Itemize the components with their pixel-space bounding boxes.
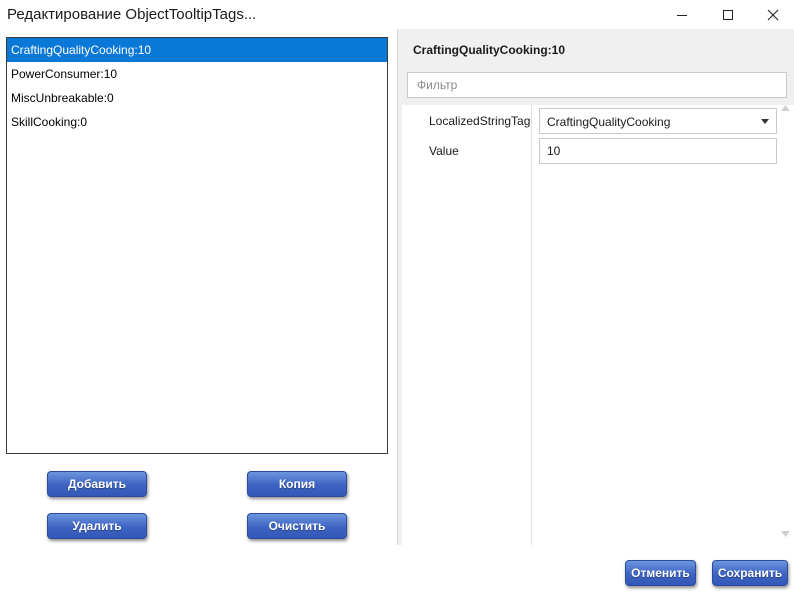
- scroll-down-icon[interactable]: [781, 531, 790, 537]
- property-grid-title: CraftingQualityCooking:10: [413, 43, 566, 57]
- list-item[interactable]: MiscUnbreakable:0: [7, 86, 387, 110]
- property-grid: CraftingQualityCooking:10 LocalizedStrin…: [397, 29, 794, 545]
- minimize-icon: [677, 15, 687, 16]
- tags-listbox[interactable]: CraftingQualityCooking:10 PowerConsumer:…: [6, 37, 388, 454]
- scroll-up-icon[interactable]: [781, 105, 790, 111]
- close-button[interactable]: [750, 0, 794, 30]
- delete-button[interactable]: Удалить: [47, 513, 147, 539]
- maximize-icon: [723, 10, 733, 20]
- localizedstringtag-combobox[interactable]: CraftingQualityCooking: [539, 108, 777, 134]
- property-name-localizedstringtag: LocalizedStringTag: [429, 114, 531, 128]
- list-item[interactable]: PowerConsumer:10: [7, 62, 387, 86]
- maximize-button[interactable]: [705, 0, 751, 30]
- save-button[interactable]: Сохранить: [712, 560, 788, 586]
- title-bar: Редактирование ObjectTooltipTags...: [0, 0, 794, 30]
- combobox-value: CraftingQualityCooking: [547, 115, 671, 129]
- property-grid-gutter: [398, 105, 402, 545]
- property-grid-splitter[interactable]: [531, 105, 532, 545]
- clear-button[interactable]: Очистить: [247, 513, 347, 539]
- property-grid-header: CraftingQualityCooking:10: [398, 29, 794, 105]
- list-item[interactable]: CraftingQualityCooking:10: [7, 38, 387, 62]
- dropdown-arrow-icon: [761, 119, 769, 124]
- property-name-value: Value: [429, 144, 459, 158]
- copy-button[interactable]: Копия: [247, 471, 347, 497]
- filter-input[interactable]: [407, 72, 787, 98]
- window-title: Редактирование ObjectTooltipTags...: [7, 6, 257, 23]
- close-icon: [767, 9, 779, 21]
- add-button[interactable]: Добавить: [47, 471, 147, 497]
- list-item[interactable]: SkillCooking:0: [7, 110, 387, 134]
- value-input[interactable]: [539, 138, 777, 164]
- cancel-button[interactable]: Отменить: [625, 560, 696, 586]
- minimize-button[interactable]: [659, 0, 705, 30]
- property-grid-body: LocalizedStringTag CraftingQualityCookin…: [398, 105, 794, 545]
